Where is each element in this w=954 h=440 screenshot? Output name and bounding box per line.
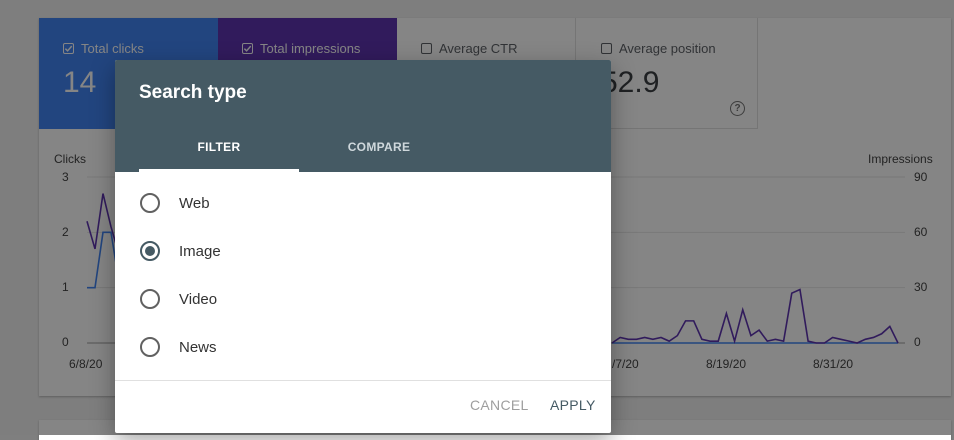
option-label: News bbox=[179, 338, 217, 356]
dialog-title: Search type bbox=[139, 82, 247, 103]
tab-filter[interactable]: FILTER bbox=[139, 132, 299, 172]
radio-selected-icon[interactable] bbox=[140, 241, 160, 261]
option-news[interactable]: News bbox=[140, 332, 217, 362]
apply-button[interactable]: APPLY bbox=[550, 397, 596, 413]
option-label: Video bbox=[179, 290, 218, 308]
tab-compare[interactable]: COMPARE bbox=[299, 132, 459, 172]
active-tab-indicator bbox=[139, 169, 299, 172]
radio-unselected-icon[interactable] bbox=[140, 289, 160, 309]
dialog-divider bbox=[115, 380, 611, 381]
cancel-button[interactable]: CANCEL bbox=[470, 397, 529, 413]
radio-unselected-icon[interactable] bbox=[140, 337, 160, 357]
dialog-header: Search type FILTER COMPARE bbox=[115, 60, 611, 172]
option-video[interactable]: Video bbox=[140, 284, 217, 314]
radio-unselected-icon[interactable] bbox=[140, 193, 160, 213]
option-web[interactable]: Web bbox=[140, 188, 210, 218]
search-type-dialog: Search type FILTER COMPARE Web Image Vid… bbox=[115, 60, 611, 433]
option-label: Image bbox=[179, 242, 221, 260]
option-label: Web bbox=[179, 194, 210, 212]
option-image[interactable]: Image bbox=[140, 236, 221, 266]
